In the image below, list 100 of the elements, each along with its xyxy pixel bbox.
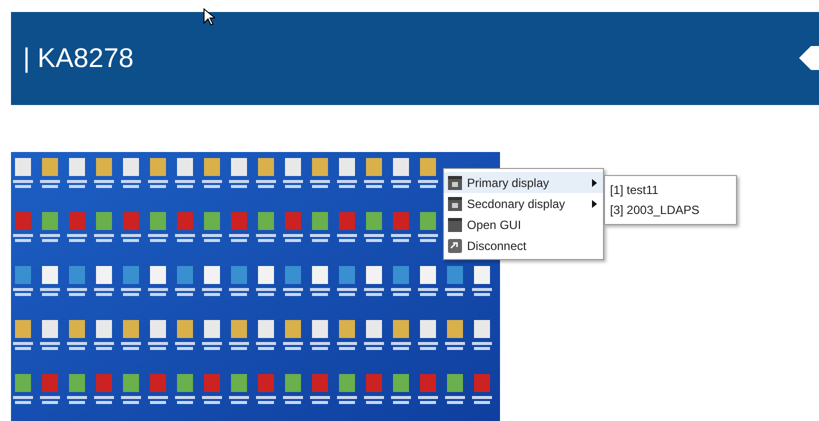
- desktop-shortcut-icon: [175, 212, 195, 242]
- menu-item[interactable]: Disconnect: [444, 235, 603, 256]
- link-icon: [448, 238, 462, 252]
- desktop-shortcut-icon: [229, 374, 249, 404]
- submenu-arrow-icon: [592, 178, 597, 186]
- desktop-shortcut-icon: [364, 320, 384, 350]
- desktop-shortcut-icon: [283, 158, 303, 188]
- window-icon: [448, 176, 462, 190]
- submenu-arrow-icon: [592, 200, 597, 208]
- desktop-shortcut-icon: [94, 374, 114, 404]
- menu-item[interactable]: Primary display: [444, 172, 603, 193]
- desktop-shortcut-icon: [67, 266, 87, 296]
- desktop-shortcut-icon: [175, 266, 195, 296]
- desktop-shortcut-icon: [67, 158, 87, 188]
- desktop-shortcut-icon: [310, 266, 330, 296]
- window-icon: [448, 196, 462, 210]
- desktop-shortcut-icon: [67, 374, 87, 404]
- desktop-shortcut-icon: [148, 158, 168, 188]
- mouse-cursor-icon: [203, 8, 215, 26]
- desktop-shortcut-icon: [94, 212, 114, 242]
- desktop-shortcut-icon: [40, 374, 60, 404]
- desktop-shortcut-icon: [148, 374, 168, 404]
- desktop-shortcut-icon: [445, 320, 465, 350]
- desktop-shortcut-icon: [337, 374, 357, 404]
- desktop-shortcut-icon: [148, 266, 168, 296]
- page-title: | KA8278: [23, 43, 134, 74]
- desktop-shortcut-icon: [472, 266, 492, 296]
- desktop-shortcut-icon: [13, 266, 33, 296]
- desktop-shortcut-icon: [94, 158, 114, 188]
- desktop-shortcut-icon: [94, 320, 114, 350]
- desktop-shortcut-icon: [337, 320, 357, 350]
- desktop-shortcut-icon: [418, 266, 438, 296]
- desktop-shortcut-icon: [256, 266, 276, 296]
- desktop-shortcut-icon: [40, 266, 60, 296]
- desktop-shortcut-icon: [229, 266, 249, 296]
- desktop-shortcut-icon: [418, 320, 438, 350]
- desktop-shortcut-icon: [364, 266, 384, 296]
- desktop-shortcut-icon: [202, 158, 222, 188]
- desktop-shortcut-icon: [13, 212, 33, 242]
- desktop-shortcut-icon: [283, 266, 303, 296]
- desktop-shortcut-icon: [256, 212, 276, 242]
- menu-item[interactable]: [3] 2003_LDAPS: [605, 200, 736, 220]
- desktop-shortcut-icon: [256, 374, 276, 404]
- desktop-shortcut-icon: [148, 212, 168, 242]
- window-icon: [448, 218, 462, 232]
- desktop-shortcut-icon: [175, 158, 195, 188]
- desktop-shortcut-icon: [202, 212, 222, 242]
- desktop-shortcut-icon: [364, 374, 384, 404]
- desktop-shortcut-icon: [364, 212, 384, 242]
- desktop-shortcut-icon: [418, 374, 438, 404]
- desktop-shortcut-icon: [40, 158, 60, 188]
- desktop-shortcut-icon: [337, 212, 357, 242]
- desktop-shortcut-icon: [391, 320, 411, 350]
- desktop-shortcut-icon: [121, 320, 141, 350]
- desktop-shortcut-icon: [13, 320, 33, 350]
- desktop-shortcut-icon: [175, 320, 195, 350]
- desktop-shortcut-icon: [13, 374, 33, 404]
- desktop-shortcut-icon: [391, 212, 411, 242]
- desktop-shortcut-icon: [472, 374, 492, 404]
- desktop-shortcut-icon: [13, 158, 33, 188]
- menu-item[interactable]: Secdonary display: [444, 193, 603, 214]
- menu-item[interactable]: Open GUI: [444, 214, 603, 235]
- desktop-shortcut-icon: [94, 266, 114, 296]
- desktop-shortcut-icon: [310, 320, 330, 350]
- desktop-shortcut-icon: [121, 374, 141, 404]
- menu-item[interactable]: [1] test11: [605, 180, 736, 200]
- desktop-shortcut-icon: [67, 320, 87, 350]
- desktop-shortcut-icon: [418, 158, 438, 188]
- desktop-shortcut-icon: [121, 158, 141, 188]
- desktop-shortcut-icon: [445, 374, 465, 404]
- desktop-shortcut-icon: [391, 266, 411, 296]
- desktop-shortcut-icon: [121, 266, 141, 296]
- desktop-shortcut-icon: [202, 320, 222, 350]
- desktop-shortcut-icon: [256, 320, 276, 350]
- desktop-shortcut-icon: [283, 320, 303, 350]
- desktop-shortcut-icon: [229, 212, 249, 242]
- desktop-shortcut-icon: [283, 212, 303, 242]
- desktop-shortcut-icon: [256, 158, 276, 188]
- desktop-shortcut-icon: [391, 374, 411, 404]
- desktop-shortcut-icon: [472, 320, 492, 350]
- desktop-shortcut-icon: [229, 158, 249, 188]
- desktop-shortcut-icon: [148, 320, 168, 350]
- desktop-shortcut-icon: [310, 158, 330, 188]
- desktop-shortcut-icon: [310, 374, 330, 404]
- desktop-shortcut-icon: [121, 212, 141, 242]
- desktop-shortcut-icon: [40, 212, 60, 242]
- desktop-shortcut-icon: [418, 212, 438, 242]
- desktop-shortcut-icon: [337, 266, 357, 296]
- desktop-shortcut-icon: [445, 266, 465, 296]
- desktop-shortcut-icon: [202, 374, 222, 404]
- desktop-shortcut-icon: [175, 374, 195, 404]
- desktop-shortcut-icon: [40, 320, 60, 350]
- desktop-shortcut-icon: [337, 158, 357, 188]
- desktop-shortcut-icon: [310, 212, 330, 242]
- desktop-shortcut-icon: [391, 158, 411, 188]
- desktop-shortcut-icon: [202, 266, 222, 296]
- desktop-shortcut-icon: [229, 320, 249, 350]
- desktop-shortcut-icon: [364, 158, 384, 188]
- desktop-shortcut-icon: [67, 212, 87, 242]
- desktop-shortcut-icon: [283, 374, 303, 404]
